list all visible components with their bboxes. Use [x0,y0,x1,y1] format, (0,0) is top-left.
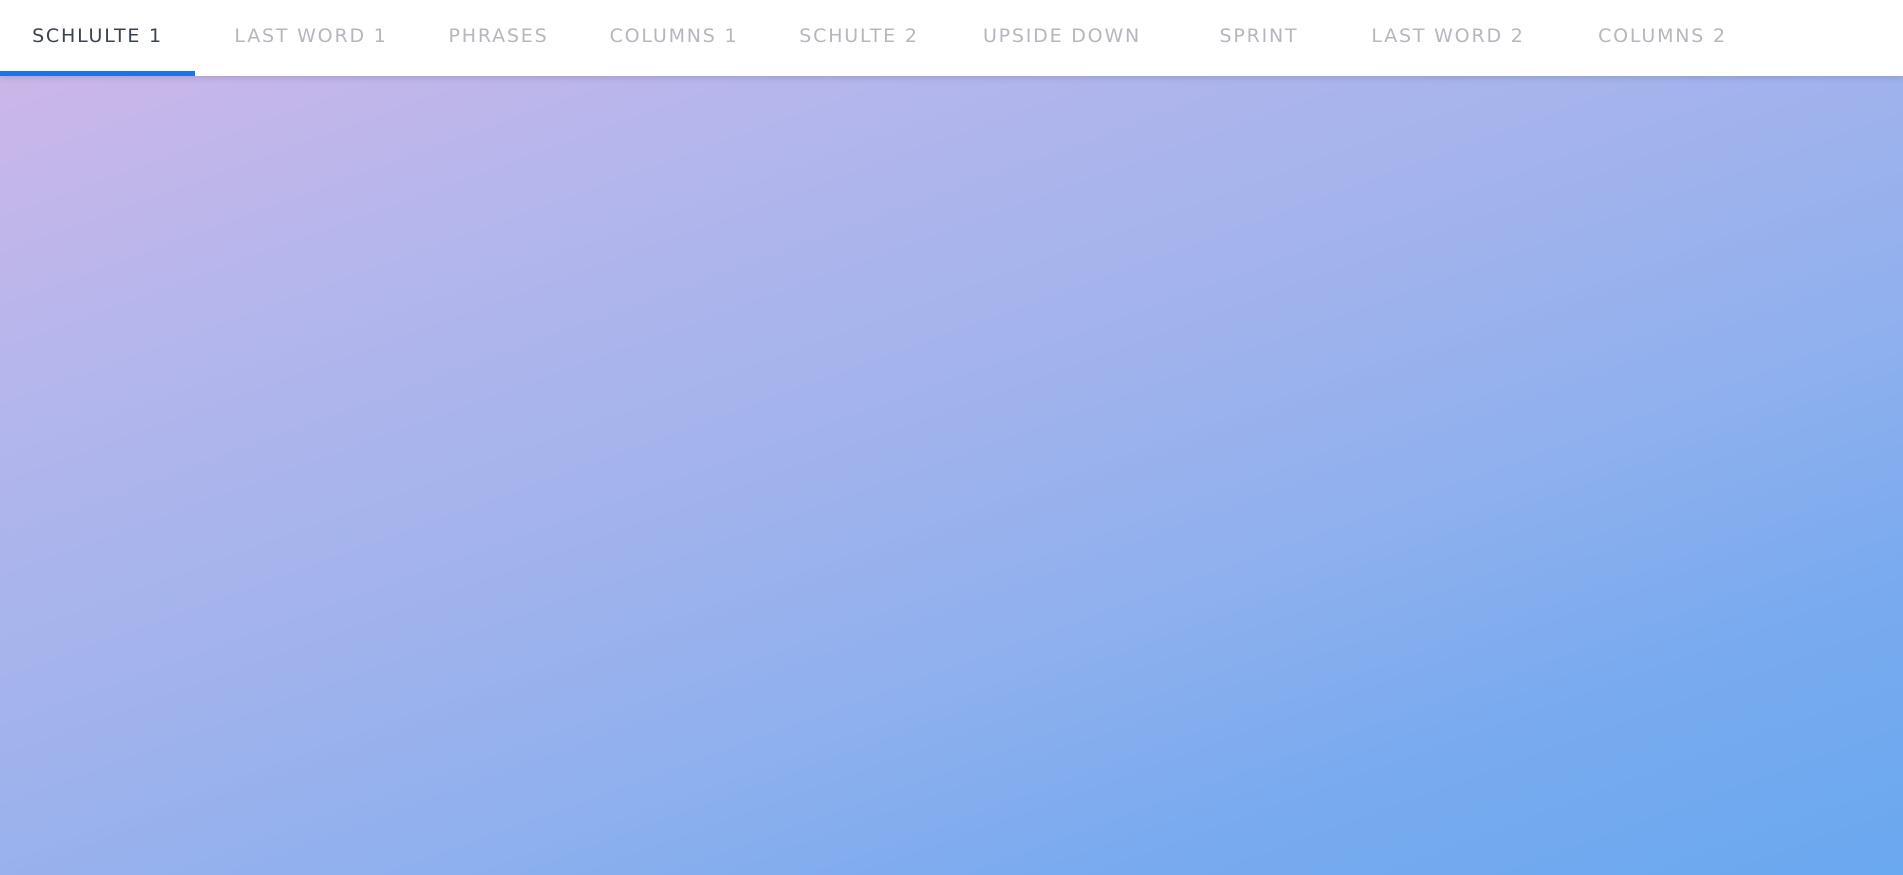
tab-last-word-1[interactable]: LAST WORD 1 [195,0,427,76]
tab-last-word-2[interactable]: LAST WORD 2 [1334,0,1562,76]
tab-sprint[interactable]: SPRINT [1184,0,1334,76]
tab-schulte-2[interactable]: SCHULTE 2 [778,0,940,76]
exercise-content-area [0,76,1903,875]
tab-phrases[interactable]: PHRASES [427,0,570,76]
tab-upside-down[interactable]: UPSIDE DOWN [940,0,1184,76]
tab-schlulte-1[interactable]: SCHLULTE 1 [0,0,195,76]
tab-columns-1[interactable]: COLUMNS 1 [570,0,778,76]
app-page: SCHLULTE 1 LAST WORD 1 PHRASES COLUMNS 1… [0,0,1903,875]
tab-columns-2[interactable]: COLUMNS 2 [1562,0,1763,76]
exercise-tab-bar: SCHLULTE 1 LAST WORD 1 PHRASES COLUMNS 1… [0,0,1903,76]
